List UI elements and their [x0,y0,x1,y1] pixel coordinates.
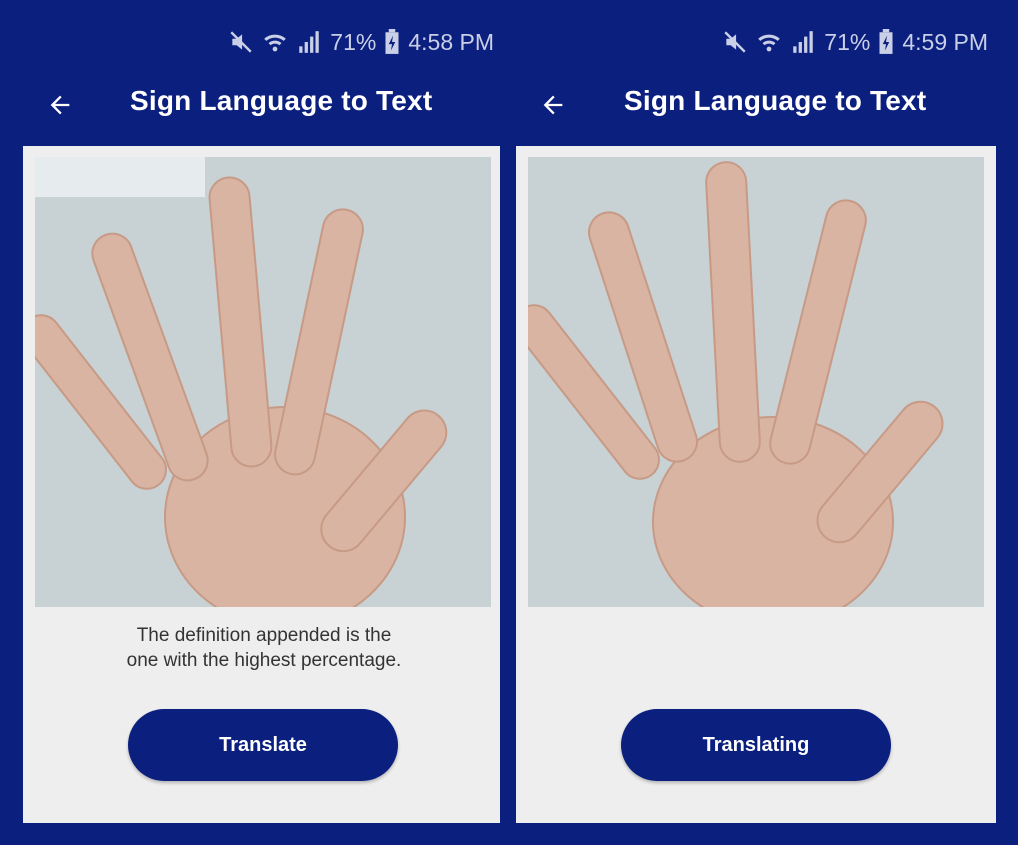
translating-button[interactable]: Translating [621,709,891,781]
arrow-back-icon [50,95,70,115]
mute-icon [722,29,748,55]
battery-percent: 71% [824,28,871,55]
hand-photo [528,157,984,607]
signal-icon [790,29,816,55]
screen-translating: 71% 4:59 PM Sign Language to Text Transl… [509,0,1018,845]
battery-charging-icon [878,29,894,55]
signal-icon [296,29,322,55]
content-card: The definition appended is the one with … [23,146,500,823]
definition-note: The definition appended is the one with … [126,625,402,671]
clock: 4:59 PM [902,28,988,55]
content-card: Translating [516,146,996,823]
page-title: Sign Language to Text [130,85,433,116]
status-bar: 71% 4:58 PM [228,26,494,58]
arrow-back-icon [543,95,563,115]
battery-percent: 71% [330,28,377,55]
wifi-icon [756,29,782,55]
status-bar: 71% 4:59 PM [722,26,988,58]
app-bar: Sign Language to Text [0,75,509,135]
clock: 4:58 PM [408,28,494,55]
page-title: Sign Language to Text [624,85,927,116]
app-bar: Sign Language to Text [509,75,1018,135]
back-button[interactable] [44,89,76,121]
back-button[interactable] [537,89,569,121]
mute-icon [228,29,254,55]
wifi-icon [262,29,288,55]
hand-photo [35,157,491,607]
screen-before-translate: 71% 4:58 PM Sign Language to Text The de… [0,0,509,845]
battery-charging-icon [384,29,400,55]
translate-button[interactable]: Translate [128,709,398,781]
